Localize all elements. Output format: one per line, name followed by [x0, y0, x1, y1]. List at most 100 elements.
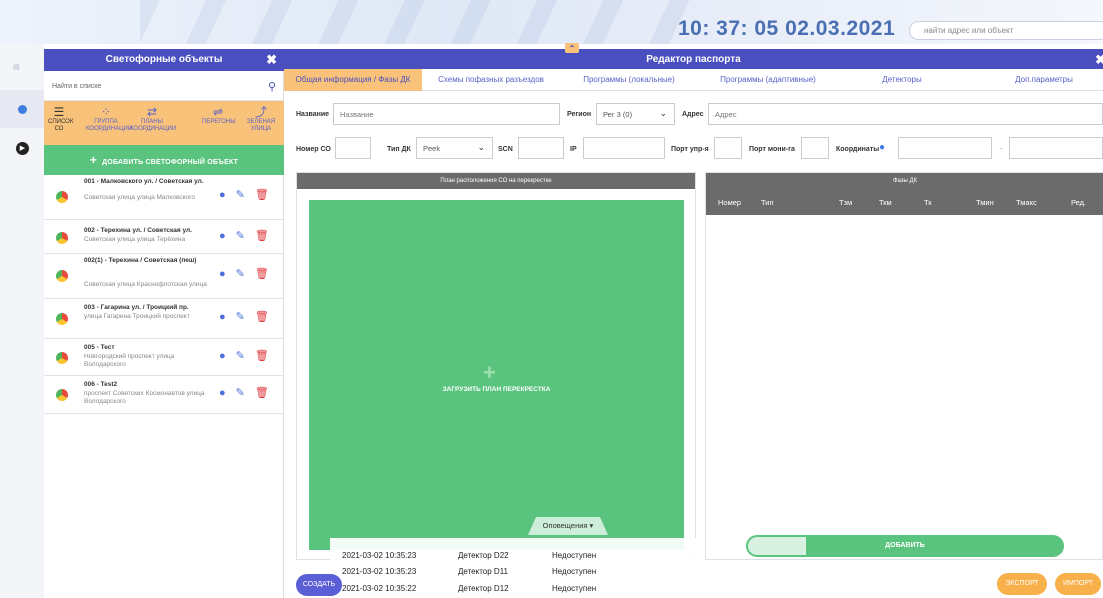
delete-icon[interactable]: 🗑 — [255, 268, 269, 280]
col-number: Номер — [718, 198, 742, 207]
list-item[interactable]: 003 - Гагарина ул. / Троицкий пр. улица … — [44, 299, 284, 339]
item-subtitle: Советская улица улица Малковского — [84, 194, 195, 201]
item-subtitle: проспект Советских Космонавтов улица Вол… — [84, 390, 205, 405]
edit-icon[interactable]: ✎ — [236, 230, 245, 242]
search-icon[interactable]: ⚲ — [268, 80, 276, 93]
notification-source: Детектор D22 — [458, 551, 509, 560]
tool-green-wave[interactable]: ⤴ ЗЕЛЕНАЯ УЛИЦА — [242, 105, 280, 143]
edit-icon[interactable]: ✎ — [236, 311, 245, 323]
delete-icon[interactable]: 🗑 — [255, 387, 269, 399]
type-select[interactable]: Peek ⌄ — [416, 137, 493, 159]
menu-icon[interactable]: ▤ — [13, 63, 27, 71]
traffic-light-icon — [56, 313, 68, 325]
locate-icon[interactable]: ● — [219, 189, 226, 201]
edit-icon[interactable]: ✎ — [236, 268, 245, 280]
name-input[interactable]: Название — [333, 103, 560, 125]
tab-general[interactable]: Общая информация / Фазы ДК — [284, 69, 422, 91]
locate-icon[interactable]: ● — [219, 311, 226, 323]
import-button[interactable]: ИМПОРТ — [1055, 573, 1101, 595]
green-wave-icon: ⤴ — [254, 105, 267, 119]
delete-icon[interactable]: 🗑 — [255, 311, 269, 323]
export-button[interactable]: ЭКСПОРТ — [997, 573, 1047, 595]
notification-source: Детектор D12 — [458, 584, 509, 593]
tab-detectors[interactable]: Детекторы — [872, 69, 932, 91]
delete-icon[interactable]: 🗑 — [255, 189, 269, 201]
scn-input[interactable] — [518, 137, 564, 159]
plus-icon: + — [89, 153, 98, 167]
add-button-label: ДОБАВИТЬ СВЕТОФОРНЫЙ ОБЪЕКТ — [102, 159, 239, 166]
camera-icon[interactable]: ▶ — [16, 142, 29, 155]
map-pin-icon[interactable]: ● — [879, 142, 885, 153]
tool-stages[interactable]: ⇌ ПЕРЕГОНЫ — [202, 105, 236, 143]
coords-separator: - — [1000, 146, 1003, 153]
delete-icon[interactable]: 🗑 — [255, 350, 269, 362]
global-search-input[interactable]: найти адрес или объект — [909, 21, 1103, 40]
ip-input[interactable] — [583, 137, 665, 159]
objects-dot-icon — [18, 105, 27, 114]
col-edit: Ред. — [1071, 198, 1087, 207]
tool-label: ПЕРЕГОНЫ — [202, 119, 236, 125]
notification-time: 2021-03-02 10:35:23 — [342, 551, 417, 560]
notifications-list: 2021-03-02 10:35:23 Детектор D22 Недосту… — [330, 538, 696, 598]
tool-group[interactable]: ⁘ ГРУППА КООРДИНАЦИИ — [86, 105, 132, 143]
delete-icon[interactable]: 🗑 — [255, 230, 269, 242]
list-search[interactable]: Найти в списке ⚲ — [44, 71, 284, 101]
tab-extra-params[interactable]: Доп.параметры — [1004, 69, 1084, 91]
tab-adaptive-programs[interactable]: Программы (адаптивные) — [708, 69, 828, 91]
edit-icon[interactable]: ✎ — [236, 350, 245, 362]
create-button[interactable]: СОЗДАТЬ — [296, 574, 342, 596]
notification-status: Недоступен — [552, 567, 597, 576]
number-input[interactable] — [335, 137, 371, 159]
locate-icon[interactable]: ● — [219, 350, 226, 362]
port-control-input[interactable] — [714, 137, 742, 159]
add-phase-label: ДОБАВИТЬ — [885, 542, 925, 549]
list-item[interactable]: 006 - Test2 проспект Советских Космонавт… — [44, 376, 284, 414]
chevron-down-icon: ⌄ — [659, 108, 667, 118]
add-traffic-object-button[interactable]: + ДОБАВИТЬ СВЕТОФОРНЫЙ ОБЪЕКТ — [44, 145, 284, 175]
latitude-input[interactable] — [898, 137, 992, 159]
list-search-input[interactable]: Найти в списке — [52, 83, 101, 90]
list-item[interactable]: 005 - Тест Новгородский проспект улица В… — [44, 339, 284, 376]
list-item[interactable]: 002 - Терехина ул. / Советская ул. Совет… — [44, 220, 284, 254]
port-monitoring-input[interactable] — [801, 137, 829, 159]
name-label: Название — [296, 111, 330, 118]
type-label: Тип ДК — [387, 146, 411, 153]
edit-icon[interactable]: ✎ — [236, 387, 245, 399]
close-icon[interactable]: ✖ — [1095, 49, 1103, 71]
edit-icon[interactable]: ✎ — [236, 189, 245, 201]
traffic-light-icon — [56, 352, 68, 364]
collapse-up-icon[interactable]: ⌃ — [565, 43, 579, 53]
panel-title: Светофорные объекты — [105, 54, 223, 65]
add-phase-button[interactable]: ДОБАВИТЬ — [746, 535, 1064, 557]
tab-phase-schemes[interactable]: Схемы пофазных разъездов — [430, 69, 552, 91]
tab-local-programs[interactable]: Программы (локальные) — [574, 69, 684, 91]
traffic-objects-panel: Светофорные объекты ✖ Найти в списке ⚲ ☰… — [44, 49, 284, 598]
phases-panel: Фазы ДК Номер Тип Тзм Ткм Тк Тмин Тмакс … — [705, 172, 1103, 560]
traffic-light-icon — [56, 232, 68, 244]
tool-plans[interactable]: ⇄ ПЛАНЫ КООРДИНАЦИИ — [130, 105, 176, 143]
col-type: Тип — [761, 198, 774, 207]
close-icon[interactable]: ✖ — [266, 49, 277, 71]
plan-header: План расположения СО на перекрестке — [297, 173, 695, 189]
list-item[interactable]: 001 - Малковского ул. / Советская ул. Со… — [44, 175, 284, 220]
upload-plan-area[interactable]: + ЗАГРУЗИТЬ ПЛАН ПЕРЕКРЕСТКА — [309, 200, 684, 550]
locate-icon[interactable]: ● — [219, 230, 226, 242]
traffic-light-icon — [56, 389, 68, 401]
rail-item-objects[interactable] — [0, 90, 44, 128]
locate-icon[interactable]: ● — [219, 387, 226, 399]
item-subtitle: Советская улица улица Терёхина — [84, 236, 186, 243]
list-item[interactable]: 002(1) - Терехина / Советская (пеш) Сове… — [44, 254, 284, 299]
item-title: 002(1) - Терехина / Советская (пеш) — [84, 257, 197, 264]
ip-label: IP — [570, 146, 577, 153]
tool-list[interactable]: ☰ СПИСОК СО — [48, 105, 73, 143]
longitude-input[interactable] — [1009, 137, 1103, 159]
item-actions: ● ✎ 🗑 — [219, 386, 269, 399]
notifications-toggle[interactable]: Оповещения ▾ — [528, 517, 608, 535]
region-select[interactable]: Рег 3 (0) ⌄ — [596, 103, 675, 125]
intersection-plan-panel: План расположения СО на перекрестке + ЗА… — [296, 172, 696, 560]
locate-icon[interactable]: ● — [219, 268, 226, 280]
address-input[interactable]: Адрес — [708, 103, 1103, 125]
editor-header: ⌃ Редактор паспорта ✖ — [284, 43, 1103, 71]
chevron-down-icon: ⌄ — [477, 142, 485, 152]
region-value: Рег 3 (0) — [603, 110, 633, 119]
